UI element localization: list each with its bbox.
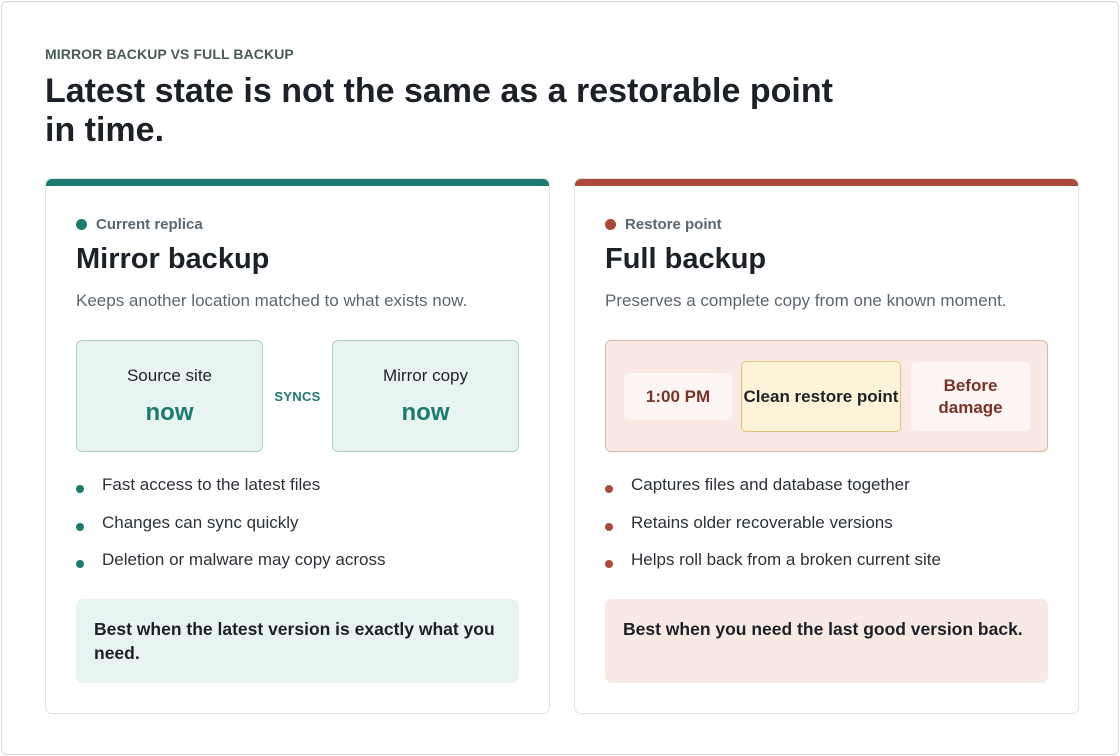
list-item-text: Changes can sync quickly <box>102 512 299 532</box>
full-description: Preserves a complete copy from one known… <box>605 291 1007 310</box>
bullet-icon <box>605 485 613 493</box>
list-item: Deletion or malware may copy across <box>76 550 385 588</box>
list-item: Helps roll back from a broken current si… <box>605 550 941 588</box>
full-tag-label: Restore point <box>625 216 722 233</box>
full-tag: Restore point <box>605 216 722 233</box>
list-item: Retains older recoverable versions <box>605 513 941 551</box>
restore-timeline: 1:00 PM Clean restore point Before damag… <box>605 340 1048 452</box>
clean-restore-point-chip: Clean restore point <box>741 361 901 432</box>
eyebrow-label: MIRROR BACKUP VS FULL BACKUP <box>45 46 294 62</box>
mirror-tag: Current replica <box>76 216 203 233</box>
mirror-sync-diagram: Source site now SYNCS Mirror copy now <box>76 340 519 452</box>
source-site-box: Source site now <box>76 340 263 452</box>
bullet-icon <box>605 560 613 568</box>
mirror-copy-box: Mirror copy now <box>332 340 519 452</box>
full-backup-card: Restore point Full backup Preserves a co… <box>574 178 1079 714</box>
mirror-accent-bar <box>46 179 549 186</box>
mirror-backup-card: Current replica Mirror backup Keeps anot… <box>45 178 550 714</box>
syncs-label: SYNCS <box>274 389 321 404</box>
bullet-icon <box>605 522 613 531</box>
full-title: Full backup <box>605 243 767 275</box>
list-item-text: Retains older recoverable versions <box>631 512 893 532</box>
bullet-icon <box>76 560 84 568</box>
list-item-text: Helps roll back from a broken current si… <box>631 550 941 569</box>
mirror-bullet-list: Fast access to the latest files Changes … <box>76 475 385 588</box>
before-damage-chip: Before damage <box>911 362 1030 431</box>
mirror-summary-note: Best when the latest version is exactly … <box>76 599 519 683</box>
mirror-copy-value: now <box>401 399 450 426</box>
source-site-value: now <box>145 399 194 426</box>
full-accent-bar <box>575 179 1078 186</box>
status-dot-icon <box>605 219 616 230</box>
mirror-tag-label: Current replica <box>96 216 203 233</box>
comparison-panel: MIRROR BACKUP VS FULL BACKUP Latest stat… <box>1 1 1119 755</box>
full-summary-note: Best when you need the last good version… <box>605 599 1048 683</box>
list-item: Fast access to the latest files <box>76 475 385 513</box>
list-item-text: Deletion or malware may copy across <box>102 550 386 569</box>
list-item: Changes can sync quickly <box>76 513 385 551</box>
page-title: Latest state is not the same as a restor… <box>45 72 833 149</box>
list-item-text: Captures files and database together <box>631 475 910 494</box>
full-bullet-list: Captures files and database together Ret… <box>605 475 941 588</box>
mirror-title: Mirror backup <box>76 243 270 275</box>
bullet-icon <box>76 522 84 531</box>
status-dot-icon <box>76 219 87 230</box>
list-item-text: Fast access to the latest files <box>102 475 321 494</box>
bullet-icon <box>76 485 84 493</box>
source-site-label: Source site <box>126 366 213 385</box>
timeline-time-chip: 1:00 PM <box>624 373 732 420</box>
mirror-description: Keeps another location matched to what e… <box>76 291 468 310</box>
list-item: Captures files and database together <box>605 475 941 513</box>
mirror-copy-label: Mirror copy <box>382 366 468 385</box>
